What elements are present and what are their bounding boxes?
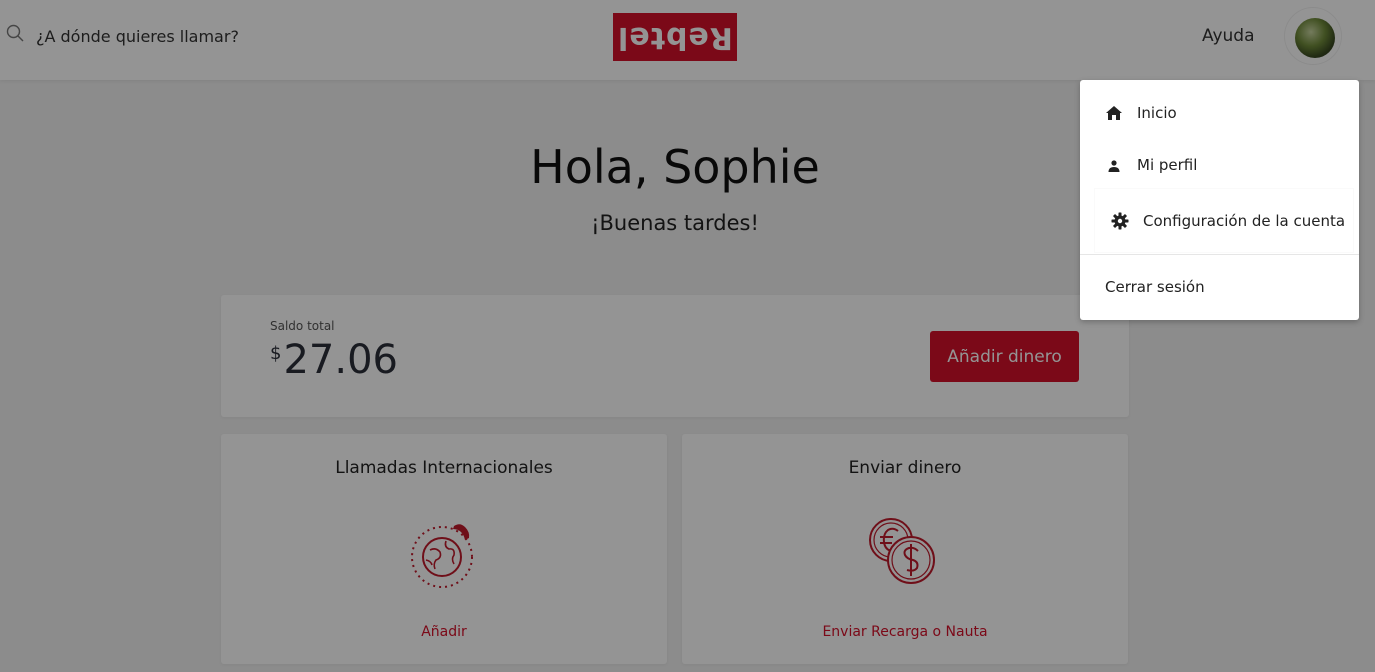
menu-item-label: Configuración de la cuenta bbox=[1143, 211, 1346, 230]
menu-item-label: Mi perfil bbox=[1137, 156, 1198, 174]
menu-item-logout[interactable]: Cerrar sesión bbox=[1080, 262, 1359, 312]
menu-item-account-settings[interactable]: Configuración de la cuenta bbox=[1095, 189, 1353, 252]
menu-item-label: Cerrar sesión bbox=[1105, 278, 1205, 296]
account-dropdown-menu: Inicio Mi perfil Configuración de la cue… bbox=[1080, 80, 1359, 320]
menu-divider bbox=[1080, 254, 1359, 255]
menu-item-home[interactable]: Inicio bbox=[1080, 88, 1359, 138]
user-icon bbox=[1108, 160, 1120, 172]
menu-item-label: Inicio bbox=[1137, 104, 1177, 122]
menu-item-profile[interactable]: Mi perfil bbox=[1080, 140, 1359, 190]
gear-icon bbox=[1111, 212, 1129, 229]
home-icon bbox=[1106, 106, 1122, 120]
